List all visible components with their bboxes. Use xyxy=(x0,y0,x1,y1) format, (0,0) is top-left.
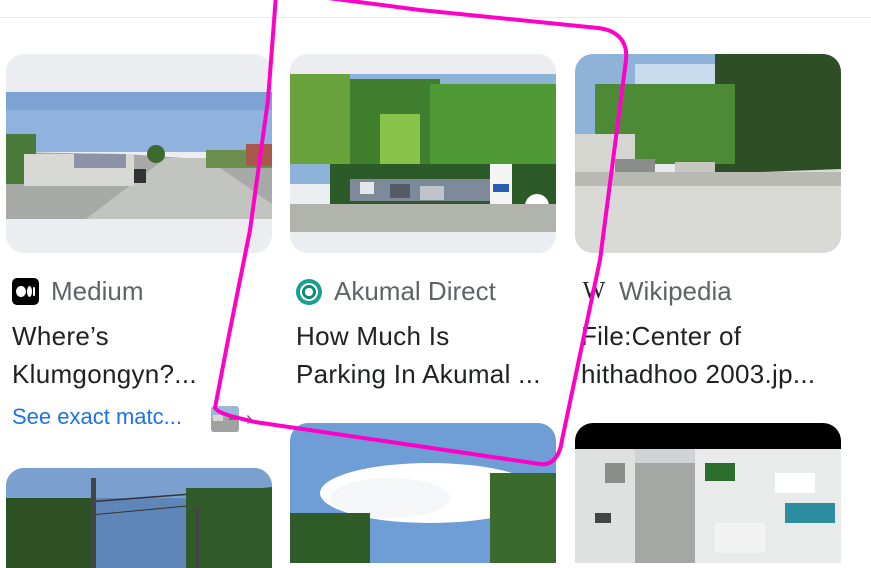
top-divider xyxy=(0,17,871,18)
akumal-direct-logo-icon xyxy=(296,278,322,305)
source-name: Medium xyxy=(51,276,144,306)
source-name: Wikipedia xyxy=(619,276,732,306)
result-title[interactable]: File:Center of hithadhoo 2003.jp... xyxy=(581,317,851,393)
wikipedia-logo-icon: W xyxy=(582,278,606,304)
result-source[interactable]: Medium xyxy=(12,276,143,307)
result-thumbnail-row2-1[interactable] xyxy=(6,468,272,568)
medium-logo-icon xyxy=(12,278,39,305)
source-name: Akumal Direct xyxy=(334,276,496,306)
result-thumbnail[interactable] xyxy=(575,54,841,253)
result-thumbnail[interactable] xyxy=(6,54,272,253)
exact-match-thumbnail[interactable] xyxy=(211,406,239,432)
result-source[interactable]: Akumal Direct xyxy=(296,276,496,307)
see-exact-matches-link[interactable]: See exact matc... xyxy=(12,404,182,430)
result-title[interactable]: Where’s Klumgongyn?... xyxy=(12,317,282,393)
result-thumbnail-row2-2[interactable] xyxy=(290,423,556,563)
result-title[interactable]: How Much Is Parking In Akumal ... xyxy=(296,317,566,393)
result-thumbnail-row2-3[interactable] xyxy=(575,423,841,563)
chevron-right-icon[interactable]: › xyxy=(246,408,253,431)
result-source[interactable]: W Wikipedia xyxy=(581,276,732,307)
result-thumbnail[interactable] xyxy=(290,54,556,253)
